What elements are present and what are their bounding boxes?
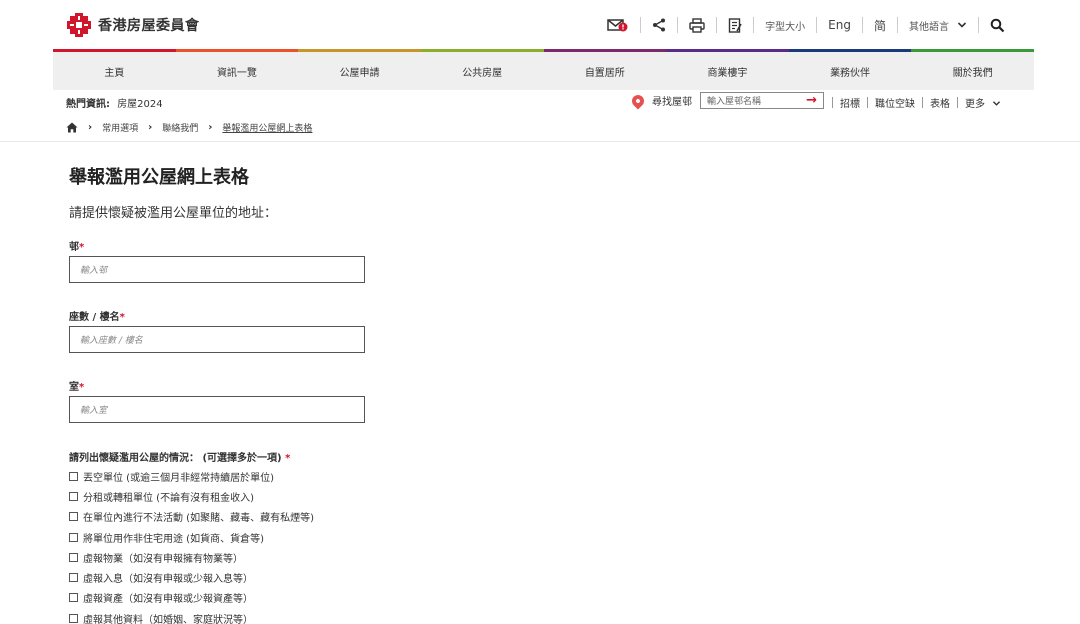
quick-link-forms[interactable]: 表格 bbox=[923, 95, 957, 110]
hot-news-label: 熱門資訊: bbox=[66, 99, 110, 110]
chevron-right-icon: › bbox=[88, 122, 93, 133]
quick-link-more[interactable]: 更多 bbox=[958, 95, 1008, 110]
breadcrumb-item[interactable]: 聯絡我們 bbox=[162, 121, 198, 134]
other-language-dropdown[interactable]: 其他語言 bbox=[898, 14, 978, 36]
font-size-button[interactable]: 字型大小 bbox=[754, 14, 816, 36]
quick-link-job-vacancies[interactable]: 職位空缺 bbox=[868, 95, 922, 110]
required-marker: * bbox=[285, 453, 291, 464]
form-subtitle: 請提供懷疑被濫用公屋單位的地址： bbox=[69, 206, 278, 221]
estate-search: 尋找屋邨 輸入屋邨名稱 → bbox=[629, 92, 824, 109]
logo[interactable]: 香港房屋委員會 bbox=[66, 12, 200, 38]
share-button[interactable] bbox=[641, 14, 677, 36]
search-icon bbox=[990, 18, 1005, 32]
checkbox[interactable] bbox=[69, 552, 78, 562]
estate-search-label: 尋找屋邨 bbox=[652, 97, 692, 108]
nav-item-home-ownership[interactable]: 自置居所 bbox=[544, 52, 667, 90]
checkbox-option[interactable]: 分租或轉租單位 (不論有沒有租金收入) bbox=[69, 486, 314, 506]
breadcrumb-current[interactable]: 舉報濫用公屋網上表格 bbox=[222, 121, 312, 134]
share-icon bbox=[653, 18, 666, 32]
nav-item-commercial-properties[interactable]: 商業樓宇 bbox=[666, 52, 789, 90]
breadcrumb-item[interactable]: 常用選項 bbox=[102, 121, 138, 134]
block-field-label: 座數 / 樓名* bbox=[69, 312, 125, 323]
nav-item-home[interactable]: 主頁 bbox=[53, 52, 176, 90]
print-button[interactable] bbox=[678, 14, 716, 36]
logo-text: 香港房屋委員會 bbox=[98, 18, 200, 34]
quick-links: 招標 職位空缺 表格 更多 bbox=[832, 95, 1008, 110]
required-marker: * bbox=[79, 242, 85, 253]
required-marker: * bbox=[79, 382, 85, 393]
lang-sc-link[interactable]: 简 bbox=[863, 14, 897, 36]
printer-icon bbox=[689, 17, 705, 33]
hot-news: 熱門資訊: 房屋2024 bbox=[66, 95, 163, 110]
form-button[interactable] bbox=[717, 14, 753, 36]
nav-item-about-us[interactable]: 關於我們 bbox=[911, 52, 1034, 90]
arrow-right-icon[interactable]: → bbox=[806, 93, 817, 108]
checkbox[interactable] bbox=[69, 471, 78, 481]
location-pin-icon bbox=[629, 92, 647, 109]
checkbox[interactable] bbox=[69, 512, 78, 522]
abuse-options: 丟空單位 (或逾三個月非經常持續居於單位) 分租或轉租單位 (不論有沒有租金收入… bbox=[69, 466, 314, 624]
other-language-label: 其他語言 bbox=[909, 21, 949, 33]
flat-field-placeholder: 輸入室 bbox=[80, 406, 108, 416]
checkbox[interactable] bbox=[69, 573, 78, 583]
chevron-down-icon bbox=[993, 101, 1001, 106]
estate-search-input[interactable]: 輸入屋邨名稱 → bbox=[700, 92, 824, 109]
mail-icon bbox=[607, 19, 628, 32]
checkbox-option[interactable]: 虛報其他資料（如婚姻、家庭狀況等） bbox=[69, 608, 314, 624]
chevron-right-icon: › bbox=[148, 122, 153, 133]
checkbox-option[interactable]: 虛報入息（如沒有申報或少報入息等） bbox=[69, 567, 314, 587]
utility-bar: 熱門資訊: 房屋2024 尋找屋邨 輸入屋邨名稱 → 招標 職位空缺 表格 更多 bbox=[66, 92, 1026, 112]
checkbox[interactable] bbox=[69, 532, 78, 542]
quick-link-more-label: 更多 bbox=[965, 99, 985, 110]
block-field-placeholder: 輸入座數 / 樓名 bbox=[80, 336, 143, 346]
estate-field[interactable]: 輸入邨 bbox=[69, 256, 365, 283]
page-title: 舉報濫用公屋網上表格 bbox=[69, 167, 249, 188]
main-nav: 主頁 資訊一覽 公屋申請 公共房屋 自置居所 商業樓宇 業務伙伴 關於我們 bbox=[53, 52, 1034, 90]
chevron-right-icon: › bbox=[208, 122, 213, 133]
block-field[interactable]: 輸入座數 / 樓名 bbox=[69, 326, 365, 353]
required-marker: * bbox=[119, 312, 125, 323]
breadcrumb: › 常用選項 › 聯絡我們 › 舉報濫用公屋網上表格 bbox=[66, 121, 312, 134]
lang-en-link[interactable]: Eng bbox=[817, 14, 862, 36]
quick-link-tenders[interactable]: 招標 bbox=[833, 95, 867, 110]
header-tools: 字型大小 Eng 简 其他語言 bbox=[596, 14, 1016, 36]
home-icon[interactable] bbox=[66, 122, 78, 133]
estate-field-placeholder: 輸入邨 bbox=[80, 266, 108, 276]
checkbox-option[interactable]: 虛報資產（如沒有申報或少報資產等） bbox=[69, 588, 314, 608]
abuse-question-label: 請列出懷疑濫用公屋的情況： (可選擇多於一項) * bbox=[69, 453, 291, 464]
divider bbox=[0, 141, 1080, 142]
estate-search-placeholder: 輸入屋邨名稱 bbox=[707, 97, 762, 107]
nav-item-public-housing[interactable]: 公共房屋 bbox=[421, 52, 544, 90]
chevron-down-icon bbox=[957, 22, 967, 28]
flat-field-label: 室* bbox=[69, 382, 85, 393]
checkbox[interactable] bbox=[69, 613, 78, 623]
nav-item-public-housing-application[interactable]: 公屋申請 bbox=[298, 52, 421, 90]
checkbox[interactable] bbox=[69, 593, 78, 603]
checkbox-option[interactable]: 在單位內進行不法活動 (如聚賭、藏毒、藏有私煙等) bbox=[69, 507, 314, 527]
hot-news-link[interactable]: 房屋2024 bbox=[117, 99, 162, 110]
housing-authority-logo-icon bbox=[66, 12, 92, 38]
nav-item-business-partners[interactable]: 業務伙伴 bbox=[789, 52, 912, 90]
checkbox-option[interactable]: 虛報物業（如沒有申報擁有物業等） bbox=[69, 547, 314, 567]
nav-item-information[interactable]: 資訊一覽 bbox=[176, 52, 299, 90]
search-button[interactable] bbox=[979, 14, 1016, 36]
site-header: 香港房屋委員會 字型大小 Eng 简 其他語言 bbox=[0, 0, 1080, 50]
checkbox-option[interactable]: 丟空單位 (或逾三個月非經常持續居於單位) bbox=[69, 466, 314, 486]
checkbox-option[interactable]: 將單位用作非住宅用途 (如貨商、貨倉等) bbox=[69, 527, 314, 547]
document-edit-icon bbox=[728, 17, 742, 33]
email-button[interactable] bbox=[596, 14, 640, 36]
estate-field-label: 邨* bbox=[69, 242, 85, 253]
flat-field[interactable]: 輸入室 bbox=[69, 396, 365, 423]
checkbox[interactable] bbox=[69, 491, 78, 501]
